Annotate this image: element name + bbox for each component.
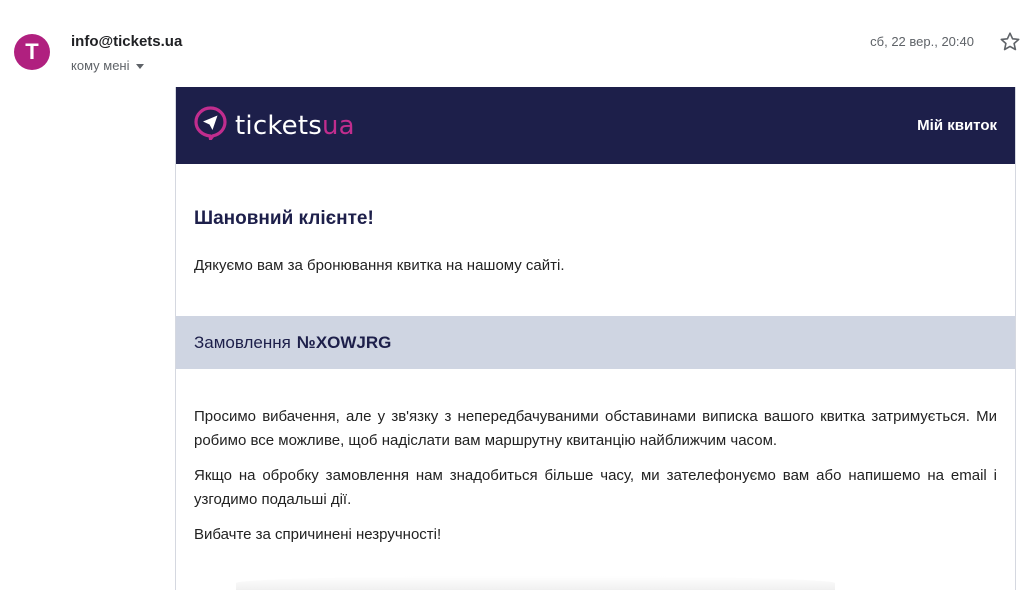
order-number: №XOWJRG [296,332,392,352]
message-content: Просимо вибачення, але у зв'язку з непер… [194,405,997,547]
order-label: Замовлення [194,332,291,352]
email-body: ticketsua Мій квиток Шановний клієнте! Д… [175,87,1016,590]
recipient-toggle[interactable]: кому мені [71,58,144,73]
sender-address[interactable]: info@tickets.ua [71,33,182,50]
star-icon[interactable] [998,30,1022,54]
logo-text: ticketsua [235,111,355,141]
order-bar: Замовлення №XOWJRG [176,316,1015,369]
chevron-down-icon [135,64,144,69]
recipient-label: кому мені [71,58,130,73]
paper-plane-pin-icon [194,106,227,145]
avatar-letter: T [25,39,39,64]
email-view: T info@tickets.ua кому мені сб, 22 вер.,… [0,0,1024,590]
thanks-text: Дякуємо вам за бронювання квитка на нашо… [194,257,565,274]
scroll-shadow [236,576,835,590]
tickets-ua-logo[interactable]: ticketsua [194,106,355,145]
greeting-heading: Шановний клієнте! [194,208,374,229]
my-ticket-link[interactable]: Мій квиток [917,117,997,134]
email-banner: ticketsua Мій квиток [176,87,1015,164]
logo-accent: ua [321,110,355,141]
paragraph-sorry: Вибачте за спричинені незручності! [194,526,442,543]
email-date: сб, 22 вер., 20:40 [870,34,974,49]
logo-main: tickets [235,110,322,141]
sender-avatar[interactable]: T [14,34,50,70]
paragraph-apology: Просимо вибачення, але у зв'язку з непер… [194,408,997,449]
greeting-section: Шановний клієнте! Дякуємо вам за бронюва… [176,164,1015,274]
paragraph-contact: Якщо на обробку замовлення нам знадобить… [194,467,997,508]
